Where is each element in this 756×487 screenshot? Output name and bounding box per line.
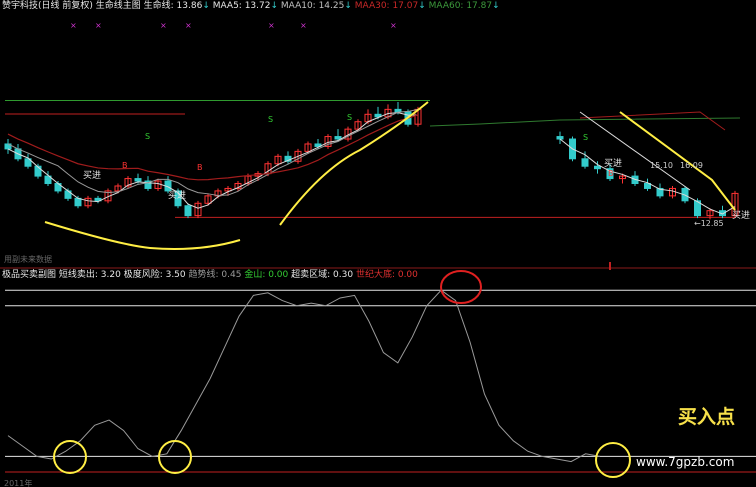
- ma-item-1: MAA5: 13.72: [212, 1, 271, 11]
- left-candle-33: [334, 136, 342, 140]
- buy-label-1: 买进: [168, 190, 186, 201]
- signal-marker-6: B: [608, 169, 614, 178]
- signal-marker-4: S: [268, 115, 273, 124]
- yellow-bottom-curve: [44, 221, 241, 250]
- stock-name: 赞宇科技(日线 前复权): [2, 1, 93, 11]
- ma-item-2: MAA10: 14.25: [280, 1, 345, 11]
- ma-item-4: MAA60: 17.87: [428, 1, 493, 11]
- left-candle-13: [134, 178, 142, 182]
- main-chart-header: 赞宇科技(日线 前复权) 生命线主图 生命线: 13.86↓ MAA5: 13.…: [2, 1, 500, 11]
- sell-point-circle: [440, 270, 482, 304]
- right-candle-2: [581, 158, 589, 167]
- ma-item-3: MAA30: 17.07: [354, 1, 419, 11]
- sub-chart-header: 极品买卖副图 短线卖出: 3.20 极度风险: 3.50 趋势线: 0.45 金…: [2, 270, 418, 281]
- indicator-line: [7, 289, 601, 463]
- sub-item-0: 短线卖出: 3.20: [58, 270, 121, 280]
- price-label-2: ←12.85: [694, 219, 724, 228]
- watermark-url: www.7gpzb.com: [636, 455, 735, 469]
- signal-marker-3: S: [347, 113, 352, 122]
- date-axis-label: 2011年: [4, 479, 33, 487]
- sub-item-3: 金山: 0.00: [244, 270, 289, 280]
- buy-label-3: 买进: [732, 210, 750, 221]
- buy-point-circle-1: [158, 440, 192, 474]
- price-label-1: 16.09: [680, 161, 703, 170]
- buy-label-0: 买进: [83, 170, 101, 181]
- signal-marker-1: B: [197, 163, 203, 172]
- left-candle-18: [184, 205, 192, 217]
- sub-item-4: 超卖区域: 0.30: [291, 270, 354, 280]
- buy-label-2: 买进: [604, 158, 622, 169]
- sub-item-5: 世纪大底: 0.00: [355, 270, 418, 280]
- right-candle-0: [556, 136, 564, 140]
- signal-marker-2: B: [122, 161, 128, 170]
- ma30-line-left: [7, 114, 419, 181]
- magenta-marker-2: ×: [160, 21, 167, 30]
- sub-item-2: 趋势线: 0.45: [188, 270, 242, 280]
- signal-marker-5: S: [583, 133, 588, 142]
- left-candle-7: [74, 197, 82, 207]
- partial-label: 用副未来数据: [4, 255, 52, 264]
- yellow-downtrend-line: [619, 111, 736, 211]
- buy-point-circle-0: [53, 440, 87, 474]
- ma60-line-right: [429, 117, 741, 127]
- price-label-0: 15.10: [650, 161, 673, 170]
- chart-canvas: 买进买进买进买进SBBSSSB15.10 16.09←12.85× × × × × × ×: [0, 21, 756, 478]
- magenta-marker-6: ×: [390, 21, 397, 30]
- indicator-name: 生命线主图: [95, 1, 141, 11]
- magenta-marker-4: ×: [268, 21, 275, 30]
- signal-marker-0: S: [145, 132, 150, 141]
- magenta-marker-5: ×: [300, 21, 307, 30]
- left-candle-3: [34, 165, 42, 177]
- sub-item-1: 极度风险: 3.50: [123, 270, 186, 280]
- watermark-title: 买入点: [678, 406, 736, 428]
- magenta-marker-1: ×: [95, 21, 102, 30]
- magenta-marker-0: ×: [70, 21, 77, 30]
- ma-item-0: 生命线: 13.86: [143, 1, 203, 11]
- sub-title: 极品买卖副图: [2, 270, 57, 280]
- magenta-marker-3: ×: [185, 21, 192, 30]
- stock-chart-window: 买进 买进 买进 买进 S B B S S S B 15.10 16.09 ←12.85 × × × × × × × 赞…: [0, 0, 756, 487]
- left-candle-39: [394, 108, 402, 113]
- right-candle-3: [594, 165, 601, 170]
